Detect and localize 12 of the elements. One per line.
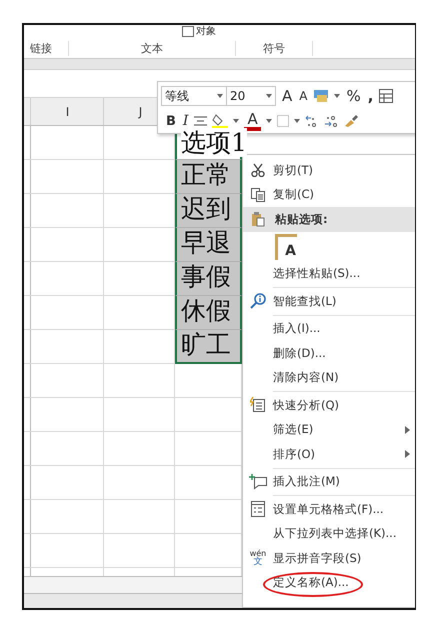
table-cell: 事假 xyxy=(175,262,242,296)
ribbon-group-label: 文本 xyxy=(69,40,236,56)
table-cell: 迟到 xyxy=(175,194,242,228)
table-cell: 休假 xyxy=(175,296,242,330)
table-cell: 正常 xyxy=(175,160,242,194)
ribbon-group-label: 符号 xyxy=(236,40,313,56)
checkbox-label: 对象 xyxy=(196,26,216,38)
ribbon-group-label: 链接 xyxy=(24,40,69,56)
table-cell: 早退 xyxy=(175,228,242,262)
phonetic-icon: wén 文 xyxy=(250,550,266,567)
menu-section-header: 粘贴选项: xyxy=(243,207,415,232)
table-cell: 旷工 xyxy=(175,330,242,364)
